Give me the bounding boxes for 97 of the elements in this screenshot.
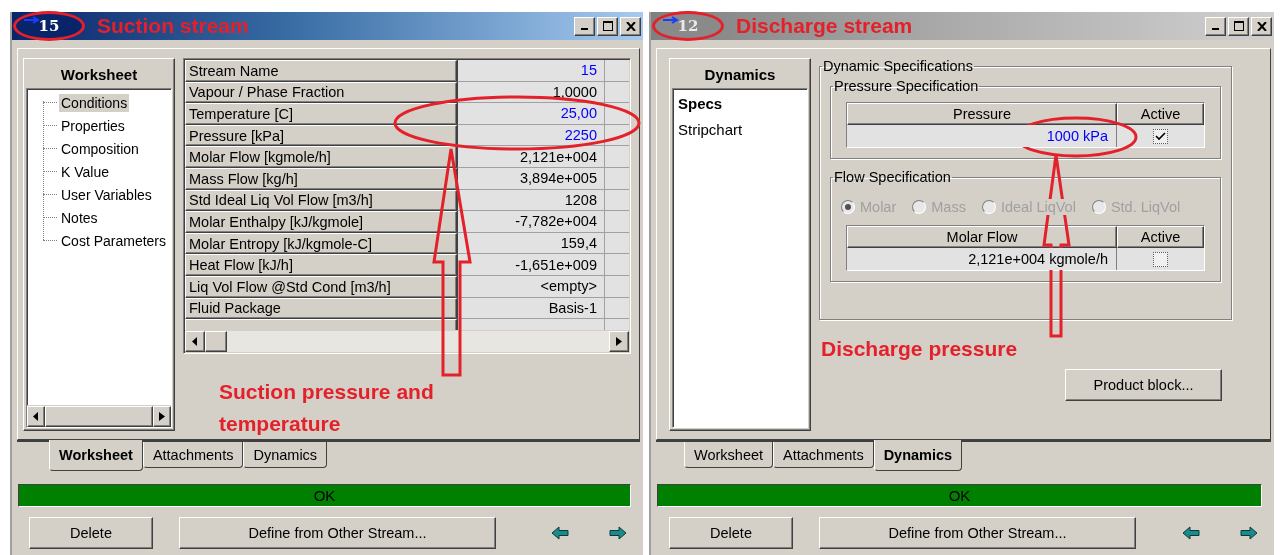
maximize-icon [1233,21,1244,31]
maximize-button[interactable] [597,16,618,36]
checkbox[interactable] [1153,128,1168,144]
group-title: Flow Specification [833,169,952,185]
row-label: Molar Entropy [kJ/kgmole-C] [185,232,457,255]
close-button[interactable] [1251,16,1272,36]
row-label: Vapour / Phase Fraction [185,81,457,104]
tree-item[interactable]: User Variables [59,185,154,204]
arrow-icon [24,16,42,24]
tree-item[interactable]: Notes [59,208,100,227]
tab[interactable]: Attachments [773,442,874,468]
right-arrow-icon [616,337,622,346]
column-header: Active [1117,226,1204,248]
minimize-button[interactable] [574,16,595,36]
value-cell[interactable]: 2,121e+004 [457,146,604,168]
maximize-icon [602,21,613,31]
navigation-header: Worksheet [59,65,139,85]
value-cell[interactable]: -7,782e+004 [457,211,604,233]
group-title: Pressure Specification [833,78,980,94]
tree-item[interactable]: K Value [59,162,111,181]
value-cell[interactable]: 25,00 [457,103,604,125]
right-arrow-icon [609,526,627,540]
previous-button[interactable] [1180,524,1202,542]
row-label: Stream Name [185,60,457,82]
row-label: Molar Flow [kgmole/h] [185,146,457,168]
value-cell[interactable]: 3,894e+005 [457,167,604,190]
list-item[interactable]: Specs [678,95,802,112]
close-icon [625,21,636,31]
group-title: Dynamic Specifications [822,58,974,74]
tree-item[interactable]: Composition [59,139,141,158]
annotation-text: Discharge pressure [821,336,1019,362]
scroll-right-button[interactable] [609,331,629,352]
check-icon [1155,131,1166,141]
define-button[interactable]: Define from Other Stream... [819,517,1136,549]
scroll-thumb[interactable] [45,406,153,427]
scroll-left-button[interactable] [185,331,205,352]
left-arrow-icon [551,526,569,540]
table-cell [604,146,629,168]
row-label: Liq Vol Flow @Std Cond [m3/h] [185,275,457,298]
previous-button[interactable] [549,524,571,542]
value-cell[interactable]: -1,651e+009 [457,254,604,276]
close-icon [1256,21,1267,31]
table-cell [604,232,629,255]
left-arrow-icon [192,337,198,346]
title-annotation: Discharge stream [736,14,913,38]
tab[interactable]: Worksheet [49,440,143,471]
tab[interactable]: Dynamics [243,442,328,468]
delete-button[interactable]: Delete [29,517,153,549]
scroll-left-button[interactable] [27,406,46,427]
left-arrow-icon [1182,526,1200,540]
navigation-header: Dynamics [703,65,777,85]
next-button[interactable] [607,524,629,542]
left-arrow-icon [33,412,40,421]
annotation-text: Suction pressure and temperature [219,379,435,437]
horizontal-scrollbar[interactable] [27,405,171,427]
table-cell [604,275,629,298]
tab[interactable]: Attachments [142,442,244,468]
list-item[interactable]: Stripchart [678,121,802,138]
table-cell [604,81,629,104]
horizontal-scrollbar[interactable] [185,330,629,352]
product-block-button[interactable]: Product block... [1065,369,1222,401]
row-label: Heat Flow [kJ/h] [185,254,457,276]
maximize-button[interactable] [1228,16,1249,36]
next-button[interactable] [1238,524,1260,542]
tab[interactable]: Dynamics [873,440,963,471]
delete-button[interactable]: Delete [669,517,793,549]
title-annotation: Suction stream [97,14,249,38]
status-bar: OK [657,484,1262,507]
table-cell [604,189,629,212]
tab[interactable]: Worksheet [684,442,774,468]
stream-number-badge: 15 [13,11,85,41]
column-header: Pressure [847,103,1117,125]
table-cell [604,297,629,320]
row-label: Std Ideal Liq Vol Flow [m3/h] [185,189,457,212]
scroll-thumb[interactable] [205,331,227,352]
table-cell [604,254,629,276]
right-arrow-icon [1240,526,1258,540]
value-cell[interactable]: 1000 kPa [847,125,1117,147]
minimize-button[interactable] [1205,16,1226,36]
stream-number-badge: 12 [652,11,724,41]
tree-item[interactable]: Properties [59,116,127,135]
row-label: Fluid Package [185,297,457,320]
table-cell [604,60,629,82]
column-header: Molar Flow [847,226,1117,248]
status-bar: OK [18,484,631,507]
row-label: Temperature [C] [185,103,457,125]
close-button[interactable] [620,16,641,36]
row-label: Molar Enthalpy [kJ/kgmole] [185,211,457,233]
right-arrow-icon [158,412,165,421]
arrow-icon [663,16,681,24]
value-cell[interactable]: 15 [457,60,604,82]
tree-item[interactable]: Conditions [59,93,130,112]
column-header: Active [1117,103,1204,125]
tree-item[interactable]: Cost Parameters [59,231,169,250]
define-button[interactable]: Define from Other Stream... [179,517,496,549]
table-cell [604,211,629,233]
table-cell [604,167,629,190]
